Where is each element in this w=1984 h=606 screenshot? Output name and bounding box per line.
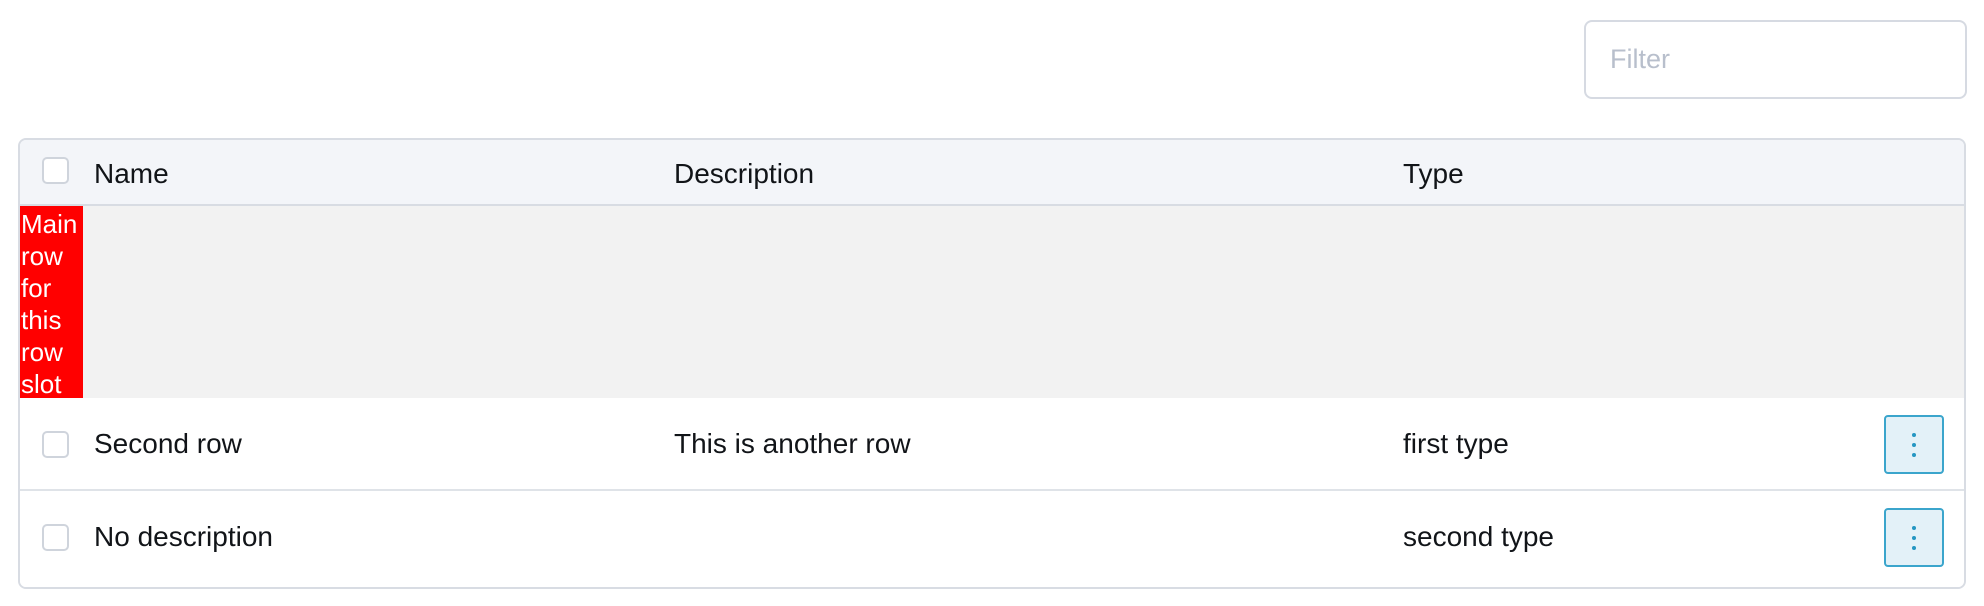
kebab-vertical-icon [1912,453,1916,457]
row-type: second type [1403,521,1554,552]
table-row[interactable]: No description second type [20,491,1964,587]
table-row[interactable]: Second row This is another row first typ… [20,398,1964,491]
filter-container [1584,20,1967,99]
column-header-name[interactable]: Name [94,160,169,188]
row-name: No description [94,521,273,552]
row-type: first type [1403,428,1509,459]
row-slot: Main row for this row slot [20,206,1964,398]
filter-input[interactable] [1584,20,1967,99]
column-header-type[interactable]: Type [1403,160,1464,188]
kebab-vertical-icon [1912,546,1916,550]
column-header-description[interactable]: Description [674,160,814,188]
row-actions-button[interactable] [1884,508,1944,567]
row-actions-button[interactable] [1884,415,1944,474]
select-all-checkbox[interactable] [42,157,69,184]
row-checkbox[interactable] [42,524,69,551]
data-table: Name Description Type Main row for this … [18,138,1966,589]
row-slot-label: Main row for this row slot [20,206,83,398]
row-checkbox[interactable] [42,431,69,458]
kebab-vertical-icon [1912,526,1916,530]
kebab-vertical-icon [1912,443,1916,447]
kebab-vertical-icon [1912,433,1916,437]
table-header-row: Name Description Type [20,140,1964,206]
row-name: Second row [94,428,242,459]
row-description: This is another row [674,428,911,459]
kebab-vertical-icon [1912,536,1916,540]
